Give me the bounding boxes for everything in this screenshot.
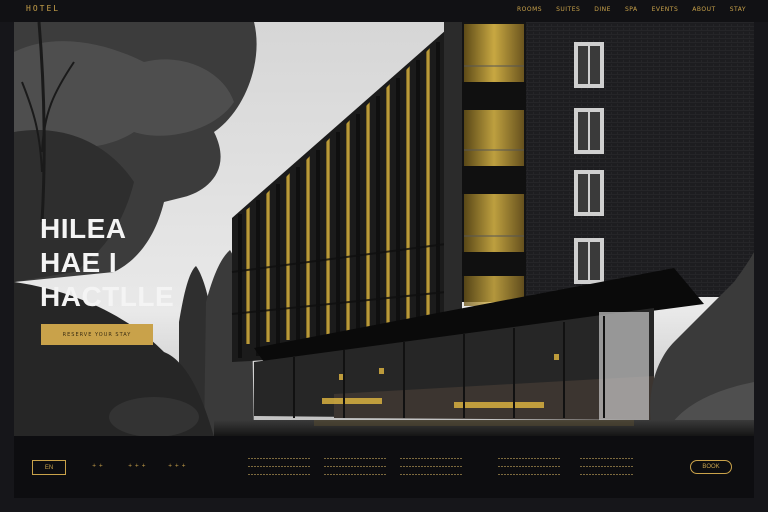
nav-item-about[interactable]: ABOUT — [692, 6, 715, 13]
language-button[interactable]: EN — [32, 460, 66, 475]
headline-line-2: HAE I — [40, 247, 118, 278]
hero-headline: HILEA HAE I HACTLLE — [40, 212, 174, 314]
book-pill-button[interactable]: BOOK — [690, 460, 732, 474]
nav-item-dine[interactable]: DINE — [594, 6, 611, 13]
nav-item-spa[interactable]: SPA — [625, 6, 638, 13]
footer-column-4 — [498, 458, 560, 482]
page-frame: HILEA HAE I HACTLLE RESERVE YOUR STAY EN… — [14, 22, 754, 498]
top-nav-bar: HOTEL ROOMS SUITES DINE SPA EVENTS ABOUT… — [0, 0, 768, 22]
headline-line-3: HACTLLE — [40, 281, 175, 312]
footer-column-2 — [324, 458, 386, 482]
nav-item-rooms[interactable]: ROOMS — [517, 6, 542, 13]
nav-item-suites[interactable]: SUITES — [556, 6, 580, 13]
hero-section: HILEA HAE I HACTLLE RESERVE YOUR STAY — [14, 22, 754, 436]
brand-logo[interactable]: HOTEL — [26, 4, 60, 13]
footer-link-3[interactable]: + + + — [168, 463, 186, 469]
footer-column-5 — [580, 458, 634, 482]
main-nav: ROOMS SUITES DINE SPA EVENTS ABOUT STAY — [517, 6, 746, 13]
footer-column-1 — [248, 458, 310, 482]
headline-line-1: HILEA — [40, 213, 127, 244]
reserve-button[interactable]: RESERVE YOUR STAY — [41, 324, 153, 345]
footer-link-1[interactable]: + + — [92, 463, 103, 469]
nav-item-stay[interactable]: STAY — [730, 6, 746, 13]
nav-item-events[interactable]: EVENTS — [652, 6, 679, 13]
footer-column-3 — [400, 458, 462, 482]
footer-link-2[interactable]: + + + — [128, 463, 146, 469]
footer-bar: EN + + + + + + + + BOOK — [14, 436, 754, 498]
